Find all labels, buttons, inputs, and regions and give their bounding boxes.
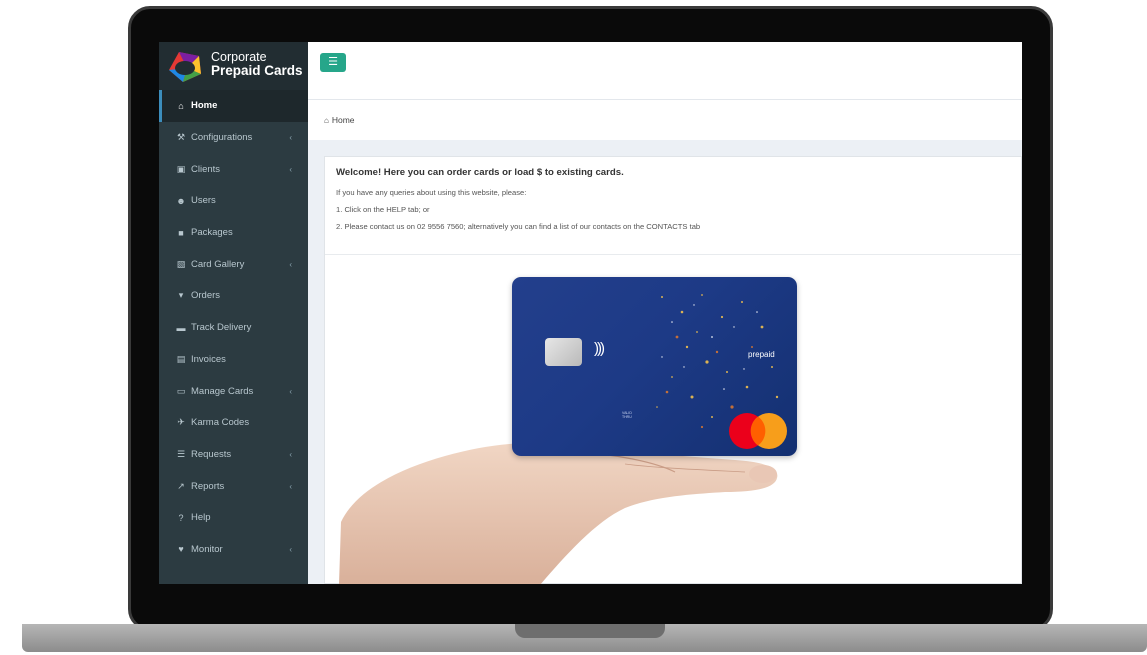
thru-label: THRU [622, 415, 632, 419]
image-icon: ▧ [176, 258, 186, 269]
sidebar-item-label: Invoices [191, 353, 226, 365]
instructions-line: If you have any queries about using this… [336, 188, 527, 197]
chevron-left-icon: ‹ [289, 259, 292, 269]
sidebar-item-label: Help [191, 512, 211, 524]
instructions-line: 1. Click on the HELP tab; or [336, 205, 430, 214]
breadcrumb: ⌂ Home [308, 100, 1022, 140]
welcome-panel-header: Welcome! Here you can order cards or loa… [325, 157, 1021, 255]
bag-icon: ▣ [176, 163, 186, 174]
sidebar-item-clients[interactable]: ▣ Clients ‹ [159, 153, 308, 185]
home-icon: ⌂ [324, 115, 329, 125]
sidebar-item-label: Track Delivery [191, 322, 252, 334]
gift-icon: ■ [178, 227, 184, 238]
contactless-icon: ))) [594, 340, 605, 357]
sidebar-item-home[interactable]: ⌂ Home [159, 90, 308, 122]
chevron-left-icon: ‹ [289, 133, 292, 143]
sidebar: Corporate Prepaid Cards ⌂ Home ⚒ Configu… [159, 42, 308, 584]
sidebar-item-reports[interactable]: ↗ Reports ‹ [159, 470, 308, 502]
plane-icon: ✈ [177, 417, 185, 428]
wrench-icon: ⚒ [176, 132, 186, 143]
top-header: ☰ [308, 42, 1022, 100]
sidebar-item-label: Packages [191, 227, 233, 239]
sidebar-item-users[interactable]: ☻ Users [159, 185, 308, 217]
sidebar-item-card-gallery[interactable]: ▧ Card Gallery ‹ [159, 248, 308, 280]
sidebar-item-invoices[interactable]: ▤ Invoices [159, 344, 308, 376]
cart-icon: ▾ [178, 290, 184, 301]
prepaid-card-image: ))) prepaid VALID THRU [512, 277, 797, 456]
sidebar-item-label: Card Gallery [191, 258, 245, 270]
laptop-notch [515, 624, 665, 638]
file-icon: ▤ [176, 353, 186, 364]
sidebar-item-requests[interactable]: ☰ Requests ‹ [159, 439, 308, 471]
welcome-heading: Welcome! Here you can order cards or loa… [336, 167, 624, 178]
sidebar-item-configurations[interactable]: ⚒ Configurations ‹ [159, 122, 308, 154]
sidebar-item-manage-cards[interactable]: ▭ Manage Cards ‹ [159, 375, 308, 407]
truck-icon: ▬ [176, 322, 186, 333]
sidebar-item-label: Monitor [191, 543, 223, 555]
sidebar-item-label: Clients [191, 163, 221, 175]
heartbeat-icon: ♥ [178, 544, 184, 555]
sidebar-item-label: Orders [191, 290, 221, 302]
list-icon: ☰ [176, 448, 186, 459]
sidebar-item-orders[interactable]: ▾ Orders [159, 280, 308, 312]
sidebar-toggle-button[interactable]: ☰ [320, 53, 346, 72]
hero-image: ))) prepaid VALID THRU [325, 256, 1022, 584]
logo-mark-icon [169, 52, 201, 82]
logo-text: Corporate Prepaid Cards [211, 51, 303, 78]
sidebar-item-label: Home [191, 100, 218, 112]
card-brand-label: prepaid [748, 350, 775, 359]
instructions-line: 2. Please contact us on 02 9556 7560; al… [336, 222, 701, 231]
mastercard-logo-icon [729, 413, 787, 449]
sidebar-item-track-delivery[interactable]: ▬ Track Delivery [159, 312, 308, 344]
app-screen: Corporate Prepaid Cards ⌂ Home ⚒ Configu… [159, 42, 1022, 584]
sidebar-item-help[interactable]: ? Help [159, 502, 308, 534]
sidebar-item-label: Configurations [191, 132, 253, 144]
chevron-left-icon: ‹ [289, 164, 292, 174]
logo-line-2: Prepaid Cards [211, 63, 303, 78]
sidebar-item-monitor[interactable]: ♥ Monitor ‹ [159, 534, 308, 566]
menu-icon: ☰ [328, 56, 338, 68]
card-valid-thru: VALID THRU [622, 411, 632, 419]
question-icon: ? [178, 512, 184, 523]
home-icon: ⌂ [178, 100, 184, 111]
welcome-panel: Welcome! Here you can order cards or loa… [324, 156, 1022, 584]
chevron-left-icon: ‹ [289, 481, 292, 491]
sidebar-item-label: Requests [191, 448, 232, 460]
sidebar-item-label: Karma Codes [191, 417, 250, 429]
sidebar-item-packages[interactable]: ■ Packages [159, 217, 308, 249]
chevron-left-icon: ‹ [289, 386, 292, 396]
sidebar-item-karma-codes[interactable]: ✈ Karma Codes [159, 407, 308, 439]
credit-card-icon: ▭ [176, 385, 186, 396]
chart-icon: ↗ [177, 480, 185, 491]
chevron-left-icon: ‹ [289, 449, 292, 459]
breadcrumb-home-link[interactable]: Home [332, 115, 355, 125]
sidebar-item-label: Reports [191, 480, 225, 492]
brand-logo[interactable]: Corporate Prepaid Cards [159, 42, 308, 90]
card-chip-icon [545, 338, 582, 366]
users-icon: ☻ [176, 195, 186, 206]
sidebar-item-label: Users [191, 195, 216, 207]
chevron-left-icon: ‹ [289, 544, 292, 554]
sidebar-menu: ⌂ Home ⚒ Configurations ‹ ▣ Clients ‹ ☻ … [159, 90, 308, 565]
sidebar-item-label: Manage Cards [191, 385, 254, 397]
